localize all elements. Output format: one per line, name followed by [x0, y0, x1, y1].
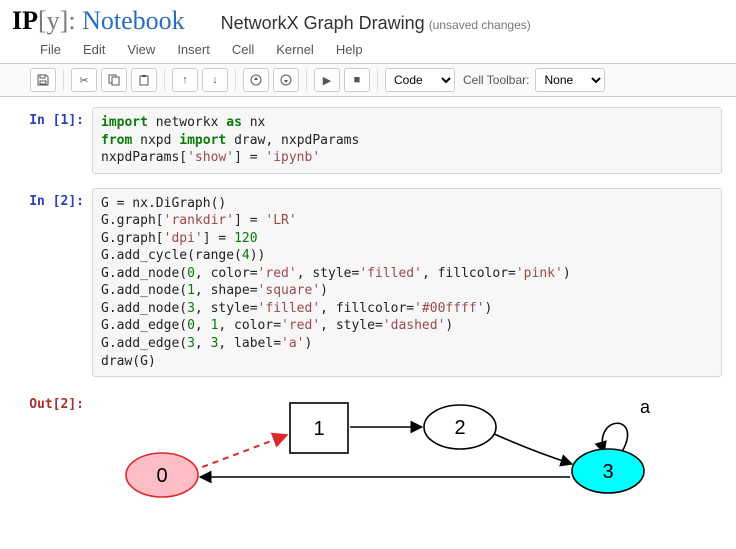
edge-3-3-label: a: [640, 397, 651, 417]
menu-cell[interactable]: Cell: [232, 42, 254, 57]
floppy-icon: [37, 74, 49, 86]
toolbar: ✂ ↑ ↓ ▶ ■ Code Cell Toolbar: None: [0, 63, 736, 97]
prompt-in-1: In [1]:: [8, 107, 92, 174]
logo-ip: IP: [12, 6, 38, 35]
node-2-label: 2: [454, 417, 465, 439]
prompt-out-2: Out[2]:: [8, 391, 92, 503]
save-button[interactable]: [30, 68, 56, 92]
node-1-label: 1: [313, 418, 324, 440]
menu-kernel[interactable]: Kernel: [276, 42, 314, 57]
copy-button[interactable]: [101, 68, 127, 92]
arrow-circle-down-icon: [280, 74, 292, 86]
menu-help[interactable]: Help: [336, 42, 363, 57]
code-input-1[interactable]: import networkx as nx from nxpd import d…: [92, 107, 722, 174]
header: IP[y]: Notebook NetworkX Graph Drawing (…: [0, 0, 736, 38]
cut-button[interactable]: ✂: [71, 68, 97, 92]
cell-toolbar-select[interactable]: None: [535, 68, 605, 92]
menu-edit[interactable]: Edit: [83, 42, 105, 57]
scissors-icon: ✂: [79, 74, 88, 87]
menu-view[interactable]: View: [127, 42, 155, 57]
stop-icon: ■: [354, 74, 361, 86]
save-status: (unsaved changes): [429, 18, 531, 32]
menu-insert[interactable]: Insert: [177, 42, 210, 57]
prompt-in-2: In [2]:: [8, 188, 92, 377]
code-cell-1[interactable]: In [1]: import networkx as nx from nxpd …: [8, 107, 722, 174]
output-cell-2: Out[2]:: [8, 391, 722, 503]
code-cell-2[interactable]: In [2]: G = nx.DiGraph() G.graph['rankdi…: [8, 188, 722, 377]
arrow-circle-up-icon: [250, 74, 262, 86]
paste-button[interactable]: [131, 68, 157, 92]
copy-icon: [108, 74, 120, 86]
node-0-label: 0: [156, 465, 167, 487]
code-input-2[interactable]: G = nx.DiGraph() G.graph['rankdir'] = 'L…: [92, 188, 722, 377]
node-3-label: 3: [602, 461, 613, 483]
output-area-2: a 0 1 2 3: [92, 391, 722, 503]
play-icon: ▶: [323, 74, 331, 87]
menubar: File Edit View Insert Cell Kernel Help: [0, 38, 736, 63]
notebook-container: In [1]: import networkx as nx from nxpd …: [0, 97, 736, 537]
run-above-button[interactable]: [243, 68, 269, 92]
cell-toolbar-label: Cell Toolbar:: [463, 73, 529, 87]
arrow-down-icon: ↓: [212, 74, 218, 86]
run-button[interactable]: ▶: [314, 68, 340, 92]
interrupt-button[interactable]: ■: [344, 68, 370, 92]
arrow-up-icon: ↑: [182, 74, 188, 86]
graph-output: a 0 1 2 3: [92, 393, 692, 503]
clipboard-icon: [138, 74, 150, 86]
logo-y: [y]: [38, 6, 68, 35]
logo: IP[y]: Notebook: [12, 6, 185, 36]
move-up-button[interactable]: ↑: [172, 68, 198, 92]
move-down-button[interactable]: ↓: [202, 68, 228, 92]
menu-file[interactable]: File: [40, 42, 61, 57]
edge-0-1: [192, 435, 287, 471]
edge-2-3: [492, 433, 572, 464]
run-below-button[interactable]: [273, 68, 299, 92]
notebook-title[interactable]: NetworkX Graph Drawing: [221, 13, 425, 34]
cell-type-select[interactable]: Code: [385, 68, 455, 92]
logo-notebook: Notebook: [82, 6, 185, 35]
